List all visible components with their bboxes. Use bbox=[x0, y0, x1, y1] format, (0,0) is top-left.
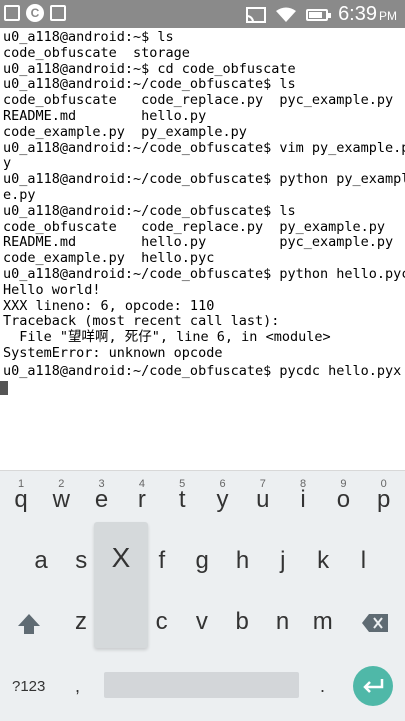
terminal-line: u0_a118@android:~/code_obfuscate$ pycdc … bbox=[3, 362, 402, 379]
terminal-output[interactable]: u0_a118@android:~$ ls code_obfuscate stor… bbox=[0, 30, 405, 470]
key-y[interactable]: 6y bbox=[203, 472, 243, 514]
key-k[interactable]: k bbox=[303, 547, 343, 575]
status-left-icons: C bbox=[4, 4, 66, 22]
symbols-key[interactable]: ?123 bbox=[12, 678, 45, 695]
terminal-line: code_example.py py_example.py bbox=[3, 123, 247, 140]
space-bar[interactable] bbox=[104, 672, 299, 698]
key-w[interactable]: 2w bbox=[41, 472, 81, 514]
key-e[interactable]: 3e bbox=[82, 472, 122, 514]
key-hint: 6 bbox=[219, 478, 226, 490]
key-label: o bbox=[336, 486, 351, 513]
key-label: k bbox=[317, 547, 330, 574]
enter-key[interactable] bbox=[353, 666, 393, 706]
terminal-line: Traceback (most recent call last): bbox=[3, 313, 280, 330]
key-u[interactable]: 7u bbox=[243, 472, 283, 514]
terminal-line: u0_a118@android:~$ cd code_obfuscate bbox=[3, 60, 296, 77]
key-label: l bbox=[360, 547, 367, 574]
key-label: v bbox=[195, 608, 208, 635]
key-label: b bbox=[235, 608, 249, 635]
key-preview-popup: X bbox=[94, 522, 148, 648]
key-p[interactable]: 0p bbox=[364, 472, 404, 514]
key-label: t bbox=[178, 486, 186, 513]
key-label: e bbox=[94, 486, 109, 513]
terminal-line: u0_a118@android:~/code_obfuscate$ python… bbox=[3, 265, 405, 282]
key-hint: 4 bbox=[138, 478, 145, 490]
key-label: n bbox=[275, 608, 290, 635]
terminal-line: code_obfuscate storage bbox=[3, 44, 190, 61]
terminal-line: u0_a118@android:~$ ls bbox=[3, 30, 174, 45]
terminal-line: u0_a118@android:~/code_obfuscate$ vim py… bbox=[3, 139, 405, 156]
key-t[interactable]: 5t bbox=[162, 472, 202, 514]
key-hint: 7 bbox=[259, 478, 266, 490]
key-hint: 9 bbox=[340, 478, 347, 490]
terminal-line: u0_a118@android:~/code_obfuscate$ ls bbox=[3, 76, 296, 93]
key-l[interactable]: l bbox=[343, 547, 383, 575]
app-circle-icon: C bbox=[26, 4, 44, 22]
period-key[interactable]: . bbox=[320, 676, 325, 697]
key-i[interactable]: 8i bbox=[283, 472, 323, 514]
key-hint: 8 bbox=[300, 478, 307, 490]
terminal-line: code_obfuscate code_replace.py py_exampl… bbox=[3, 218, 386, 235]
key-label: u bbox=[256, 486, 270, 513]
image-icon bbox=[50, 5, 66, 21]
key-label: m bbox=[312, 608, 333, 635]
backspace-icon[interactable] bbox=[362, 614, 388, 632]
terminal-line: code_obfuscate code_replace.py pyc_examp… bbox=[3, 92, 394, 109]
terminal-line: README.md hello.py pyc_example.py bbox=[3, 234, 394, 251]
wifi-icon bbox=[276, 7, 297, 22]
key-n[interactable]: n bbox=[263, 608, 303, 636]
key-v[interactable]: v bbox=[182, 608, 222, 636]
key-j[interactable]: j bbox=[263, 547, 303, 575]
terminal-line: code_example.py hello.pyc bbox=[3, 250, 215, 267]
terminal-line: Hello world! bbox=[3, 281, 101, 298]
key-hint: 2 bbox=[58, 478, 65, 490]
key-h[interactable]: h bbox=[223, 547, 263, 575]
battery-icon bbox=[306, 8, 332, 21]
terminal-line: u0_a118@android:~/code_obfuscate$ python… bbox=[3, 171, 405, 188]
cast-icon bbox=[246, 6, 267, 23]
status-bar: C 6:39 PM bbox=[0, 0, 405, 28]
key-label: i bbox=[300, 486, 306, 513]
key-label: g bbox=[195, 547, 209, 574]
terminal-line: SystemError: unknown opcode bbox=[3, 344, 223, 361]
key-label: q bbox=[14, 486, 28, 513]
key-label: y bbox=[216, 486, 229, 513]
key-label: p bbox=[377, 486, 391, 513]
key-hint: 0 bbox=[380, 478, 387, 490]
clock: 6:39 PM bbox=[338, 3, 397, 25]
key-q[interactable]: 1q bbox=[1, 472, 41, 514]
screenshot-icon bbox=[4, 5, 20, 21]
key-hint: 3 bbox=[98, 478, 105, 490]
terminal-line: u0_a118@android:~/code_obfuscate$ ls bbox=[3, 202, 296, 219]
terminal-line: README.md hello.py bbox=[3, 107, 207, 124]
key-g[interactable]: g bbox=[182, 547, 222, 575]
key-label: j bbox=[280, 547, 286, 574]
key-hint: 1 bbox=[17, 478, 25, 490]
text-cursor bbox=[0, 380, 8, 395]
enter-arrow-icon bbox=[363, 679, 384, 693]
key-a[interactable]: a bbox=[21, 547, 61, 575]
key-label: w bbox=[52, 486, 70, 513]
comma-key[interactable]: , bbox=[75, 676, 80, 697]
terminal-line: y bbox=[3, 155, 12, 172]
shift-icon[interactable] bbox=[16, 612, 42, 636]
terminal-line: XXX lineno: 6, opcode: 110 bbox=[3, 297, 215, 314]
key-b[interactable]: b bbox=[222, 608, 262, 636]
key-r[interactable]: 4r bbox=[122, 472, 162, 514]
key-hint: 5 bbox=[179, 478, 186, 490]
key-o[interactable]: 9o bbox=[323, 472, 363, 514]
status-right-icons: 6:39 PM bbox=[246, 3, 397, 26]
key-label: r bbox=[137, 486, 146, 513]
key-label: a bbox=[34, 547, 48, 574]
key-m[interactable]: m bbox=[303, 608, 343, 636]
terminal-line: File "望咩啊, 死仔", line 6, in <module> bbox=[3, 329, 331, 346]
terminal-line: e.py bbox=[3, 186, 36, 203]
key-label: h bbox=[235, 547, 250, 574]
